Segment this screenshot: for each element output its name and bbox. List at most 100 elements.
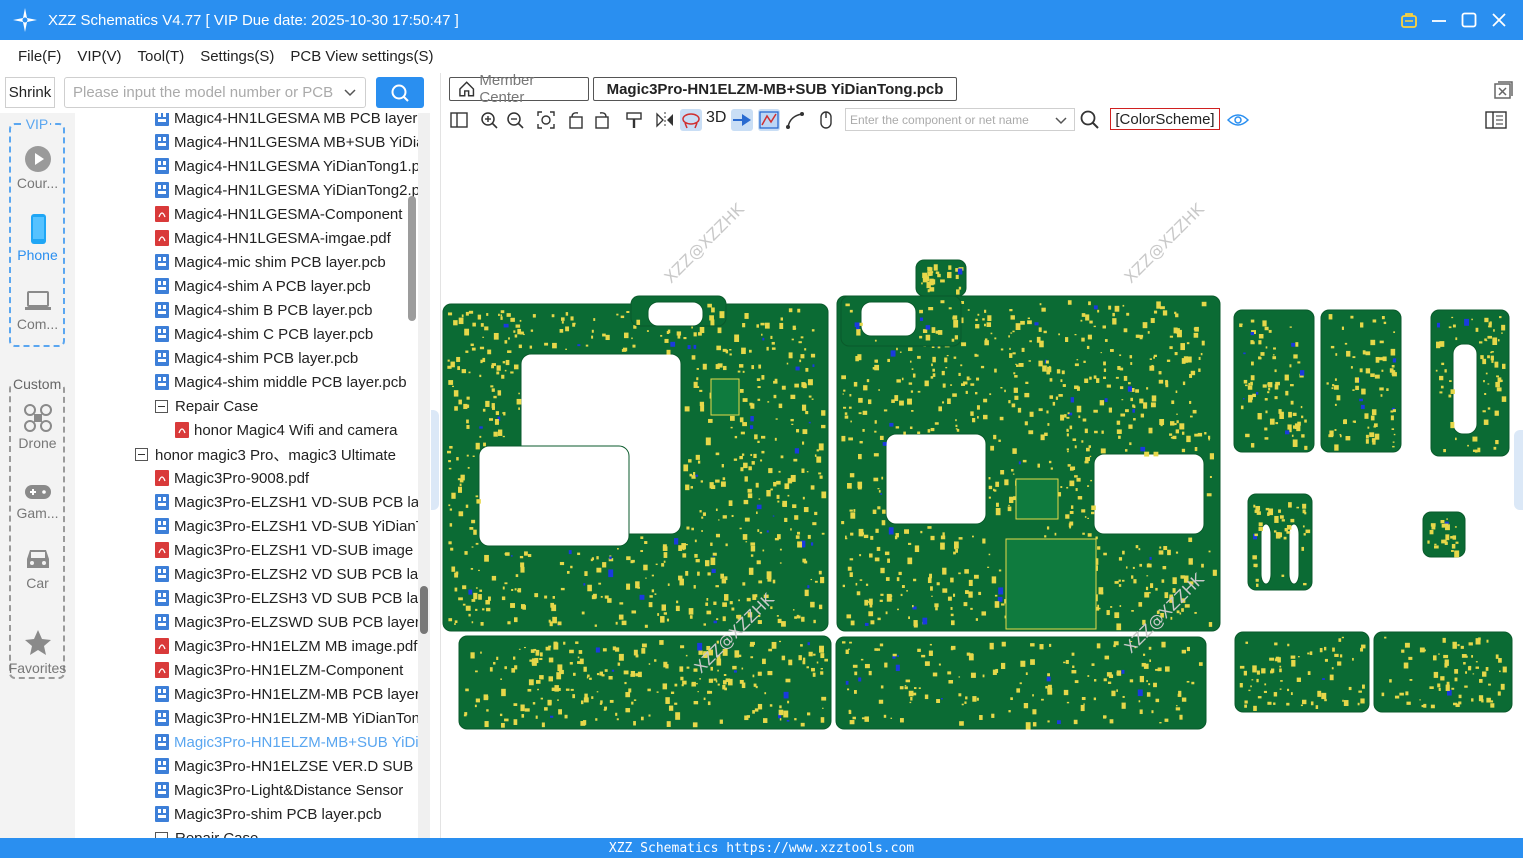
collapse-left-handle[interactable]	[431, 410, 439, 510]
zoom-out-icon[interactable]	[504, 109, 526, 131]
component-pad	[750, 554, 754, 557]
tree-file-item[interactable]: Magic4-shim B PCB layer.pcb	[75, 298, 418, 322]
tree-scrollbar[interactable]	[418, 113, 430, 838]
side-panel-toggle-icon[interactable]	[1485, 109, 1507, 131]
tree-file-item[interactable]: Magic4-shim PCB layer.pcb	[75, 346, 418, 370]
tree-file-item[interactable]: Magic4-shim A PCB layer.pcb	[75, 274, 418, 298]
tree-file-item[interactable]: Magic3Pro-HN1ELZSE VER.D SUB PCB layer.p…	[75, 754, 418, 778]
component-pad	[1290, 400, 1294, 405]
fit-view-icon[interactable]	[535, 109, 557, 131]
rotate-left-icon[interactable]	[565, 109, 587, 131]
component-pad	[897, 655, 899, 657]
close-all-tabs-icon[interactable]	[1493, 80, 1513, 100]
model-search-input[interactable]: Please input the model number or PCB	[64, 77, 366, 108]
menu-settings[interactable]: Settings(S)	[200, 48, 274, 65]
menu-file[interactable]: File(F)	[18, 48, 61, 65]
tree-file-item[interactable]: Magic4-shim middle PCB layer.pcb	[75, 370, 418, 394]
component-pad	[691, 355, 696, 360]
tree-file-item[interactable]: Magic3Pro-Light&Distance Sensor	[75, 778, 418, 802]
tree-file-item[interactable]: Magic3Pro-ELZSH3 VD SUB PCB layer.pcb	[75, 586, 418, 610]
trace-tool-icon[interactable]	[784, 109, 806, 131]
tab-pcb-file[interactable]: Magic3Pro-HN1ELZM-MB+SUB YiDianTong.pcb	[593, 77, 957, 101]
tree-file-item[interactable]: Magic4-HN1LGESMA-imgae.pdf	[75, 226, 418, 250]
component-pad	[1257, 413, 1262, 420]
tree-file-item[interactable]: Magic3Pro-ELZSH2 VD SUB PCB layer.pcb	[75, 562, 418, 586]
tree-file-item[interactable]: Magic3Pro-HN1ELZM-MB PCB layer.pcb	[75, 682, 418, 706]
menu-tool[interactable]: Tool(T)	[138, 48, 185, 65]
tree-file-item[interactable]: Magic3Pro-ELZSH1 VD-SUB image	[75, 538, 418, 562]
tab-member-center[interactable]: Member Center	[449, 72, 589, 106]
tree-folder[interactable]: honor magic3 Pro、magic3 Ultimate	[75, 442, 418, 466]
net-highlight-icon[interactable]	[758, 109, 780, 131]
rotate-right-icon[interactable]	[591, 109, 613, 131]
tree-file-item[interactable]: Magic3Pro-shim PCB layer.pcb	[75, 802, 418, 826]
tree-hscroll-thumb[interactable]	[408, 196, 416, 321]
menu-vip[interactable]: VIP(V)	[77, 48, 121, 65]
tree-file-item[interactable]: Magic3Pro-HN1ELZM-Component	[75, 658, 418, 682]
pointer-mode-icon[interactable]	[731, 109, 753, 131]
tree-file-item[interactable]: Magic4-HN1LGESMA MB+SUB YiDianTong.pcb	[75, 130, 418, 154]
visibility-eye-icon[interactable]	[1227, 109, 1249, 131]
close-button[interactable]	[1489, 10, 1509, 30]
search-button[interactable]	[376, 77, 424, 108]
component-search-icon[interactable]	[1079, 109, 1101, 131]
rail-favorites[interactable]: Favorites	[0, 628, 75, 676]
component-pad	[1123, 375, 1128, 381]
tree-scroll-thumb[interactable]	[420, 586, 428, 634]
rail-phone[interactable]: Phone	[0, 213, 75, 263]
chevron-down-icon[interactable]	[1054, 113, 1068, 127]
component-pad	[1114, 581, 1119, 584]
collapse-toggle-icon[interactable]	[135, 447, 148, 461]
flip-board-icon[interactable]	[680, 109, 702, 131]
rail-game[interactable]: Gam...	[0, 481, 75, 521]
tree-file-item[interactable]: Magic4-HN1LGESMA-Component	[75, 202, 418, 226]
tree-file-item[interactable]: Magic3Pro-ELZSH1 VD-SUB YiDianTong.pcb	[75, 514, 418, 538]
mirror-icon[interactable]	[654, 109, 676, 131]
tree-file-item[interactable]: Magic3Pro-ELZSWD SUB PCB layer.pcb	[75, 610, 418, 634]
rail-drone[interactable]: Drone	[0, 403, 75, 451]
rail-computer[interactable]: Com...	[0, 288, 75, 332]
tree-file-item[interactable]: Magic4-mic shim PCB layer.pcb	[75, 250, 418, 274]
view-3d-button[interactable]: 3D	[706, 109, 726, 127]
component-pad	[1343, 419, 1347, 425]
zoom-in-icon[interactable]	[478, 109, 500, 131]
tree-file-item[interactable]: Magic4-shim C PCB layer.pcb	[75, 322, 418, 346]
vip-bag-icon[interactable]	[1399, 10, 1419, 30]
tree-folder[interactable]: Repair Case	[75, 394, 418, 418]
tree-file-item[interactable]: Magic3Pro-ELZSH1 VD-SUB PCB layer.pcb	[75, 490, 418, 514]
tree-file-item[interactable]: Magic4-HN1LGESMA MB PCB layer.pcb	[75, 113, 418, 130]
rail-course[interactable]: Cour...	[0, 145, 75, 191]
component-pad	[1078, 415, 1081, 419]
color-scheme-button[interactable]: [ColorScheme]	[1110, 108, 1220, 130]
tree-file-item[interactable]: Magic4-HN1LGESMA YiDianTong2.pcb	[75, 178, 418, 202]
chevron-down-icon[interactable]	[343, 85, 357, 99]
paint-brush-icon[interactable]	[623, 109, 645, 131]
tree-folder[interactable]: Repair Case	[75, 826, 418, 838]
tree-file-item[interactable]: Magic4-HN1LGESMA YiDianTong1.pcb	[75, 154, 418, 178]
component-pad	[794, 718, 797, 721]
maximize-button[interactable]	[1459, 10, 1479, 30]
pcb-canvas[interactable]: XZZ@XZZHK XZZ@XZZHK XZZ@XZZHK XZZ@XZZHK	[441, 134, 1514, 838]
split-view-icon[interactable]	[448, 109, 470, 131]
tree-file-item[interactable]: Magic3Pro-HN1ELZM-MB+SUB YiDianTong.pcb	[75, 730, 418, 754]
mouse-mode-icon[interactable]	[815, 109, 837, 131]
collapse-right-handle[interactable]	[1514, 430, 1523, 510]
tree-file-item[interactable]: Magic3Pro-HN1ELZM MB image.pdf	[75, 634, 418, 658]
component-pad	[770, 335, 773, 339]
component-search-input[interactable]: Enter the component or net name	[845, 108, 1075, 131]
minimize-button[interactable]	[1429, 10, 1449, 30]
pcb-board-view[interactable]: XZZ@XZZHK XZZ@XZZHKXZZ@XZZHK XZZ@XZZHK	[441, 134, 1514, 838]
component-pad	[1001, 641, 1006, 647]
component-pad	[792, 504, 797, 509]
shrink-button[interactable]: Shrink	[5, 77, 55, 108]
collapse-toggle-icon[interactable]	[155, 399, 168, 413]
menu-pcb-view-settings[interactable]: PCB View settings(S)	[290, 48, 433, 65]
tree-file-item[interactable]: honor Magic4 Wifi and camera	[75, 418, 418, 442]
component-pad	[919, 317, 924, 321]
tree-file-item[interactable]: Magic3Pro-9008.pdf	[75, 466, 418, 490]
tree-file-item[interactable]: Magic3Pro-HN1ELZM-MB YiDianTong.pcb	[75, 706, 418, 730]
component-pad	[1065, 514, 1070, 519]
component-pad	[1081, 696, 1086, 701]
rail-car[interactable]: Car	[0, 545, 75, 591]
component-pad	[849, 558, 854, 561]
